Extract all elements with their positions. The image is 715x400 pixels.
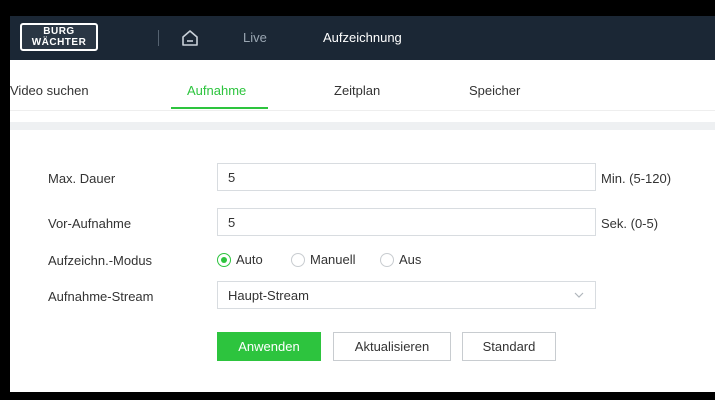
apply-button[interactable]: Anwenden [217,332,321,361]
pre-record-label: Vor-Aufnahme [48,216,132,231]
record-mode-label: Aufzeichn.-Modus [48,253,153,268]
brand-line2: WÄCHTER [31,37,87,48]
stream-label: Aufnahme-Stream [48,289,154,304]
active-tab-indicator [171,107,268,109]
max-duration-hint: Min. (5-120) [601,171,672,186]
nav-recording[interactable]: Aufzeichnung [323,30,402,45]
radio-manual[interactable] [291,253,305,267]
nav-live[interactable]: Live [243,30,267,45]
tab-video-search[interactable]: Video suchen [10,83,89,98]
stream-select-value: Haupt-Stream [228,288,309,303]
brand-line1: BURG [43,26,75,37]
app-frame: BURG WÄCHTER Live Aufzeichnung Video suc… [0,0,715,400]
radio-auto-label[interactable]: Auto [236,253,263,267]
chevron-down-icon [573,289,585,301]
max-duration-label: Max. Dauer [48,171,116,186]
radio-manual-label[interactable]: Manuell [310,253,356,267]
stream-select[interactable]: Haupt-Stream [217,281,596,309]
tab-schedule[interactable]: Zeitplan [334,83,380,98]
radio-off-label[interactable]: Aus [399,253,421,267]
max-duration-input[interactable] [217,163,596,191]
main-content: Video suchen Aufnahme Zeitplan Speicher … [10,60,715,392]
pre-record-hint: Sek. (0-5) [601,216,659,231]
nav-divider [158,30,159,46]
tab-recording[interactable]: Aufnahme [187,83,246,98]
top-nav-bar: BURG WÄCHTER Live Aufzeichnung [10,16,715,60]
pre-record-input[interactable] [217,208,596,236]
tab-storage[interactable]: Speicher [469,83,520,98]
default-button[interactable]: Standard [462,332,556,361]
brand-logo: BURG WÄCHTER [20,23,98,51]
radio-auto[interactable] [217,253,231,267]
section-divider [10,122,715,130]
tab-bar: Video suchen Aufnahme Zeitplan Speicher [10,60,715,111]
home-icon[interactable] [178,26,202,50]
radio-off[interactable] [380,253,394,267]
refresh-button[interactable]: Aktualisieren [333,332,451,361]
